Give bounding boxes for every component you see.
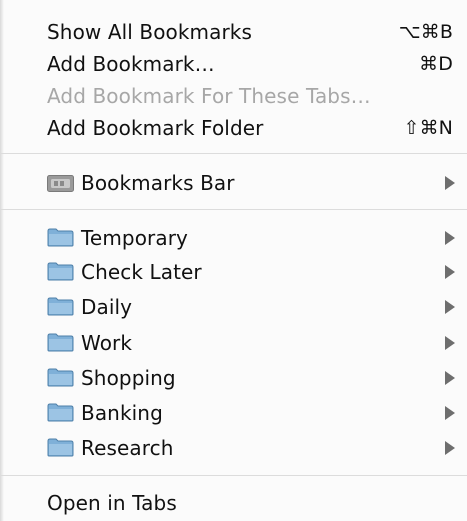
folder-item-research[interactable]: Research [0, 430, 467, 466]
bookmarks-bar-icon [47, 175, 74, 192]
menu-item-shortcut: ⌘D [419, 53, 453, 75]
submenu-arrow-icon [445, 336, 455, 350]
submenu-arrow-icon [445, 406, 455, 420]
menu-separator [0, 209, 467, 210]
add-bookmark-folder-item[interactable]: Add Bookmark Folder ⇧⌘N [0, 110, 467, 146]
add-bookmark-item[interactable]: Add Bookmark… ⌘D [0, 46, 467, 82]
submenu-arrow-icon [445, 300, 455, 314]
menu-item-label: Shopping [81, 366, 176, 390]
folder-item-check-later[interactable]: Check Later [0, 254, 467, 290]
folder-item-temporary[interactable]: Temporary [0, 220, 467, 256]
folder-item-daily[interactable]: Daily [0, 289, 467, 325]
menu-item-label: Bookmarks Bar [81, 171, 235, 195]
menu-item-label: Add Bookmark Folder [47, 116, 264, 140]
menu-separator [0, 153, 467, 154]
menu-item-label: Banking [81, 401, 163, 425]
folder-icon [47, 403, 74, 422]
menu-item-label: Open in Tabs [47, 491, 177, 515]
menu-item-label: Add Bookmark… [47, 52, 215, 76]
bookmarks-bar-item[interactable]: Bookmarks Bar [0, 165, 467, 201]
folder-icon [47, 297, 74, 316]
menu-item-label: Check Later [81, 260, 202, 284]
menu-item-label: Temporary [81, 226, 188, 250]
menu-item-label: Research [81, 436, 174, 460]
menu-item-label: Work [81, 331, 133, 355]
submenu-arrow-icon [445, 176, 455, 190]
add-bookmark-for-tabs-item: Add Bookmark For These Tabs… [0, 78, 467, 114]
folder-icon [47, 228, 74, 247]
menu-item-label: Add Bookmark For These Tabs… [47, 84, 371, 108]
folder-icon [47, 438, 74, 457]
submenu-arrow-icon [445, 441, 455, 455]
folder-icon [47, 368, 74, 387]
menu-item-label: Daily [81, 295, 133, 319]
menu-item-shortcut: ⇧⌘N [403, 117, 453, 139]
folder-icon [47, 262, 74, 281]
show-all-bookmarks-item[interactable]: Show All Bookmarks ⌥⌘B [0, 14, 467, 50]
folder-item-banking[interactable]: Banking [0, 395, 467, 431]
folder-icon [47, 333, 74, 352]
bookmarks-menu: Show All Bookmarks ⌥⌘B Add Bookmark… ⌘D … [0, 0, 467, 521]
submenu-arrow-icon [445, 371, 455, 385]
submenu-arrow-icon [445, 231, 455, 245]
menu-separator [0, 475, 467, 476]
folder-item-work[interactable]: Work [0, 325, 467, 361]
menu-item-label: Show All Bookmarks [47, 20, 253, 44]
folder-item-shopping[interactable]: Shopping [0, 360, 467, 396]
menu-item-shortcut: ⌥⌘B [398, 21, 453, 43]
open-in-tabs-item[interactable]: Open in Tabs [0, 485, 467, 521]
submenu-arrow-icon [445, 265, 455, 279]
